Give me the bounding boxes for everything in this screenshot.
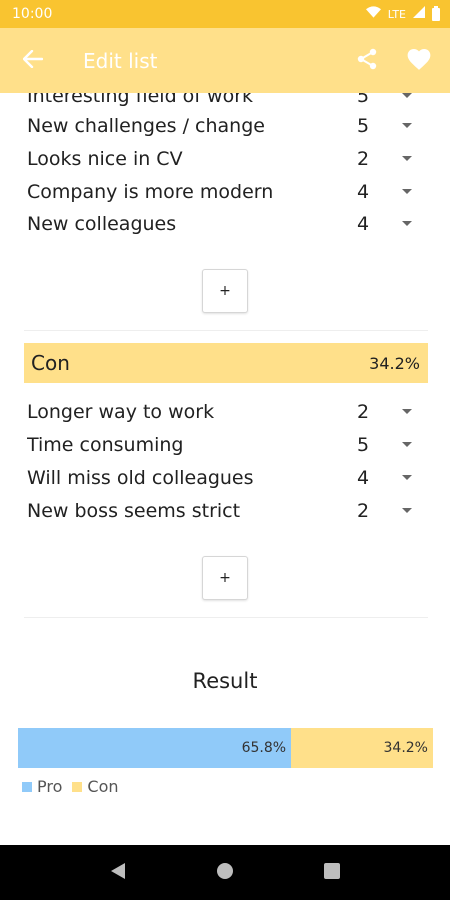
- legend-item-con: Con: [72, 777, 119, 796]
- list-content[interactable]: Interesting field of work 5 New challeng…: [0, 93, 450, 845]
- item-label: New boss seems strict: [27, 499, 241, 522]
- legend-item-pro: Pro: [22, 777, 62, 796]
- item-value: 2: [357, 147, 370, 170]
- battery-icon: [432, 5, 440, 21]
- chevron-down-icon: [402, 188, 412, 194]
- item-label: New challenges / change: [27, 114, 265, 137]
- nav-home-button[interactable]: [210, 858, 240, 888]
- result-title: Result: [192, 669, 258, 693]
- add-con-item-button[interactable]: +: [202, 556, 248, 600]
- value-dropdown[interactable]: [397, 182, 417, 202]
- status-time: 10:00: [12, 6, 53, 22]
- share-button[interactable]: [350, 44, 384, 78]
- item-value: 2: [357, 499, 370, 522]
- card-divider: [24, 617, 428, 618]
- favorite-button[interactable]: [402, 44, 436, 78]
- con-item: New boss seems strict 2: [27, 494, 417, 527]
- con-item: Longer way to work 2: [27, 395, 417, 428]
- value-dropdown[interactable]: [397, 93, 417, 106]
- section-name: Con: [31, 351, 70, 375]
- legend-label-pro: Pro: [37, 777, 63, 796]
- pro-item: New challenges / change 5: [27, 109, 417, 142]
- chevron-down-icon: [402, 507, 412, 513]
- value-dropdown[interactable]: [397, 149, 417, 169]
- value-dropdown[interactable]: [397, 116, 417, 136]
- nav-back-button[interactable]: [103, 858, 133, 888]
- result-con-segment: 34.2%: [291, 728, 433, 768]
- app-bar: Edit list: [0, 28, 450, 93]
- back-button[interactable]: [18, 46, 48, 76]
- chevron-down-icon: [402, 474, 412, 480]
- legend-swatch-con: [72, 781, 83, 792]
- legend-swatch-pro: [22, 781, 32, 792]
- item-value: 4: [357, 466, 370, 489]
- pro-item: New colleagues 4: [27, 207, 417, 240]
- item-value: 5: [357, 93, 370, 107]
- network-type: LTE: [387, 7, 406, 21]
- chevron-down-icon: [402, 441, 412, 447]
- arrow-left-icon: [22, 49, 44, 72]
- chevron-down-icon: [402, 155, 412, 161]
- item-label: Longer way to work: [27, 400, 215, 423]
- chevron-down-icon: [402, 122, 412, 128]
- signal-icon: [413, 6, 425, 22]
- legend-label-con: Con: [87, 777, 119, 796]
- chevron-down-icon: [402, 408, 412, 414]
- share-icon: [355, 47, 379, 75]
- chevron-down-icon: [402, 220, 412, 226]
- value-dropdown[interactable]: [397, 501, 417, 521]
- item-label: Company is more modern: [27, 180, 274, 203]
- status-icons: LTE: [365, 5, 440, 22]
- item-value: 5: [357, 433, 370, 456]
- value-dropdown[interactable]: [397, 468, 417, 488]
- pro-item: Looks nice in CV 2: [27, 142, 417, 175]
- value-dropdown[interactable]: [397, 435, 417, 455]
- item-label: Time consuming: [27, 433, 184, 456]
- card-divider: [24, 330, 428, 331]
- section-percent: 34.2%: [369, 353, 420, 373]
- item-label: Looks nice in CV: [27, 147, 183, 170]
- con-section-header: Con 34.2%: [24, 343, 428, 383]
- con-percent-label: 34.2%: [383, 740, 428, 756]
- pro-item: Company is more modern 4: [27, 175, 417, 208]
- square-recents-icon: [323, 862, 340, 883]
- item-label: New colleagues: [27, 212, 177, 235]
- chevron-down-icon: [402, 93, 412, 98]
- value-dropdown[interactable]: [397, 214, 417, 234]
- add-pro-item-button[interactable]: +: [202, 269, 248, 313]
- nav-recents-button[interactable]: [317, 858, 347, 888]
- item-value: 4: [357, 212, 370, 235]
- circle-home-icon: [216, 862, 234, 884]
- item-label: Will miss old colleagues: [27, 466, 254, 489]
- item-value: 2: [357, 400, 370, 423]
- item-label: Interesting field of work: [27, 93, 254, 107]
- con-item: Time consuming 5: [27, 428, 417, 461]
- value-dropdown[interactable]: [397, 402, 417, 422]
- page-title: Edit list: [83, 48, 158, 73]
- item-value: 4: [357, 180, 370, 203]
- result-pro-segment: 65.8%: [18, 728, 292, 768]
- result-bar: 65.8% 34.2%: [18, 728, 433, 768]
- status-bar: 10:00 LTE: [0, 0, 450, 28]
- triangle-back-icon: [110, 862, 126, 884]
- con-item: Will miss old colleagues 4: [27, 461, 417, 494]
- item-value: 5: [357, 114, 370, 137]
- heart-icon: [406, 47, 432, 75]
- system-nav-bar: [0, 845, 450, 900]
- wifi-icon: [365, 6, 381, 22]
- pro-percent-label: 65.8%: [241, 740, 287, 756]
- result-legend: Pro Con: [22, 777, 123, 796]
